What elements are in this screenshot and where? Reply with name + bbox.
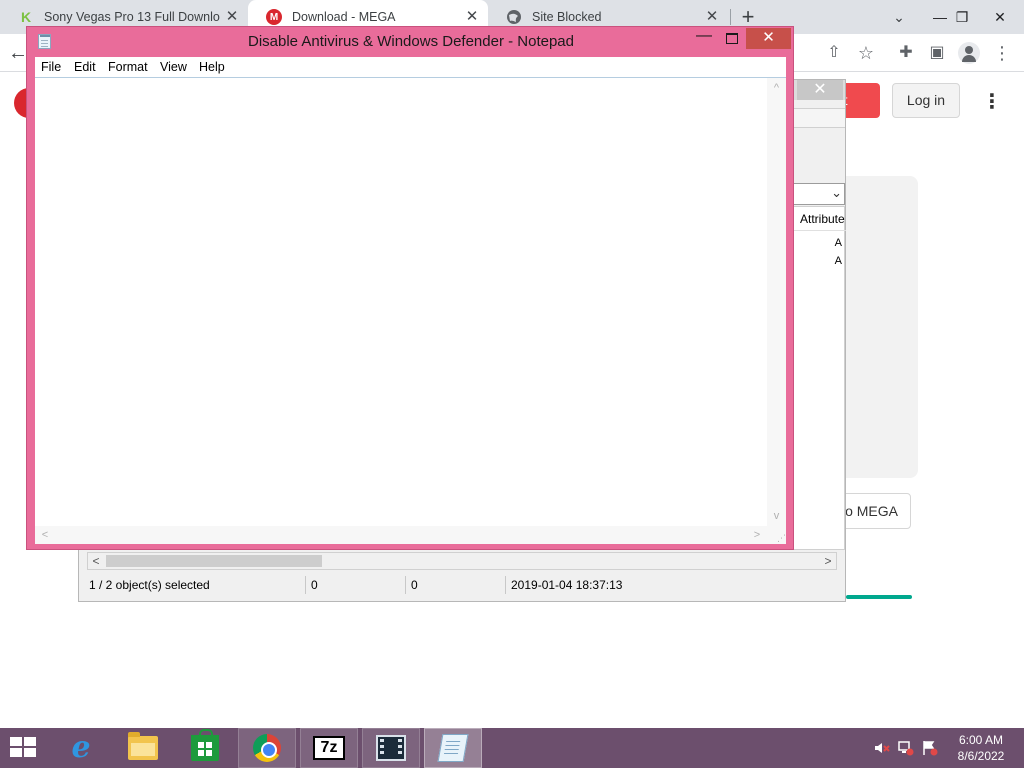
menu-edit[interactable]: Edit: [74, 57, 96, 77]
clock-date: 8/6/2022: [957, 749, 1005, 763]
profile-avatar-icon[interactable]: [957, 41, 981, 65]
browser-close-button[interactable]: ✕: [980, 0, 1020, 34]
browser-restore-button[interactable]: ❐: [942, 0, 982, 34]
chevron-down-icon[interactable]: ⌄: [831, 185, 842, 201]
menu-help[interactable]: Help: [199, 57, 225, 77]
menu-view[interactable]: View: [160, 57, 187, 77]
k-icon: K: [20, 9, 32, 25]
scroll-right-icon[interactable]: >: [749, 526, 765, 544]
tab-title: Sony Vegas Pro 13 Full Downloa: [44, 10, 220, 24]
notepad-horizontal-scrollbar[interactable]: < >: [35, 526, 767, 544]
notepad-menubar: File Edit Format View Help: [35, 57, 786, 77]
tab-title: Site Blocked: [532, 10, 602, 24]
notepad-vertical-scrollbar[interactable]: ^ v: [767, 78, 786, 526]
store-icon: [191, 729, 219, 761]
notepad-icon: [437, 734, 469, 762]
action-center-flag-icon[interactable]: [922, 740, 938, 756]
internet-explorer-icon: e: [71, 730, 91, 765]
notepad-window: Disable Antivirus & Windows Defender - N…: [26, 26, 794, 550]
windows-logo-icon: [10, 737, 38, 759]
notepad-text-area[interactable]: ^ v < > ⋰: [35, 77, 786, 544]
taskbar-notepad[interactable]: [424, 728, 482, 768]
globe-icon: [506, 9, 522, 25]
mega-menu-icon[interactable]: ⋮: [982, 88, 1002, 116]
taskbar-clock[interactable]: 6:00 AM 8/6/2022: [950, 732, 1012, 764]
close-tab-icon[interactable]: ✕: [224, 9, 240, 25]
scrollbar-thumb[interactable]: [106, 555, 322, 567]
download-progress-bar: [846, 595, 912, 599]
notepad-app-icon[interactable]: [38, 34, 51, 49]
close-tab-icon[interactable]: ✕: [704, 9, 720, 25]
notepad-maximize-button[interactable]: [719, 29, 745, 49]
taskbar-store[interactable]: [176, 728, 234, 768]
network-icon[interactable]: [898, 740, 914, 756]
notepad-content[interactable]: [37, 80, 765, 524]
bookmark-star-icon[interactable]: ☆: [854, 41, 878, 65]
tab-title: Download - MEGA: [292, 10, 396, 24]
taskbar-7zip[interactable]: 7z: [300, 728, 358, 768]
scroll-down-icon[interactable]: v: [767, 508, 786, 524]
film-icon: [376, 735, 406, 761]
notepad-close-button[interactable]: ✕: [746, 28, 791, 49]
scroll-left-icon[interactable]: <: [88, 553, 104, 569]
sevenzip-status-bar: 1 / 2 object(s) selected 0 0 2019-01-04 …: [87, 574, 837, 596]
taskbar-internet-explorer[interactable]: e: [52, 728, 110, 768]
close-tab-icon[interactable]: ✕: [464, 9, 480, 25]
taskbar-chrome[interactable]: [238, 728, 296, 768]
status-divider: [405, 576, 406, 594]
status-modified: 2019-01-04 18:37:13: [511, 578, 623, 592]
login-button[interactable]: Log in: [892, 83, 960, 118]
extensions-puzzle-icon[interactable]: ✚: [894, 41, 918, 65]
windows-taskbar: e 7z 6:00 AM 8/6/2022: [0, 728, 1024, 768]
share-icon[interactable]: ⇧: [822, 41, 846, 65]
tab-search-chevron-icon[interactable]: ⌄: [888, 6, 910, 28]
start-button[interactable]: [0, 728, 48, 768]
notepad-minimize-button[interactable]: —: [691, 28, 717, 49]
folder-icon: [128, 732, 158, 760]
scroll-right-icon[interactable]: >: [820, 553, 836, 569]
notepad-title: Disable Antivirus & Windows Defender - N…: [248, 33, 574, 50]
scroll-up-icon[interactable]: ^: [767, 80, 786, 96]
column-header-attributes[interactable]: Attribute: [792, 207, 846, 231]
status-divider: [505, 576, 506, 594]
7zip-icon: 7z: [313, 736, 345, 760]
taskbar-file-explorer[interactable]: [114, 728, 172, 768]
chrome-icon: [253, 734, 281, 762]
status-size: 0: [311, 578, 318, 592]
resize-grip-icon[interactable]: ⋰: [767, 526, 786, 544]
menu-file[interactable]: File: [41, 57, 61, 77]
mega-icon: M: [266, 9, 282, 25]
attribute-cell: A: [834, 237, 842, 249]
sevenzip-toolbar: [791, 108, 845, 128]
side-panel-icon[interactable]: ▣: [925, 41, 949, 65]
sevenzip-close-button[interactable]: ✕: [797, 80, 843, 100]
chrome-menu-icon[interactable]: ⋮: [990, 41, 1014, 65]
attribute-cell: A: [834, 255, 842, 267]
status-packed-size: 0: [411, 578, 418, 592]
taskbar-media-player[interactable]: [362, 728, 420, 768]
scroll-left-icon[interactable]: <: [37, 526, 53, 544]
speaker-muted-icon[interactable]: [874, 740, 890, 756]
sevenzip-path-combo[interactable]: ⌄: [791, 183, 845, 205]
status-divider: [305, 576, 306, 594]
status-selection: 1 / 2 object(s) selected: [89, 578, 210, 592]
tab-divider: [730, 9, 731, 25]
sevenzip-horizontal-scrollbar[interactable]: < >: [87, 552, 837, 570]
menu-format[interactable]: Format: [108, 57, 148, 77]
clock-time: 6:00 AM: [958, 733, 1004, 747]
